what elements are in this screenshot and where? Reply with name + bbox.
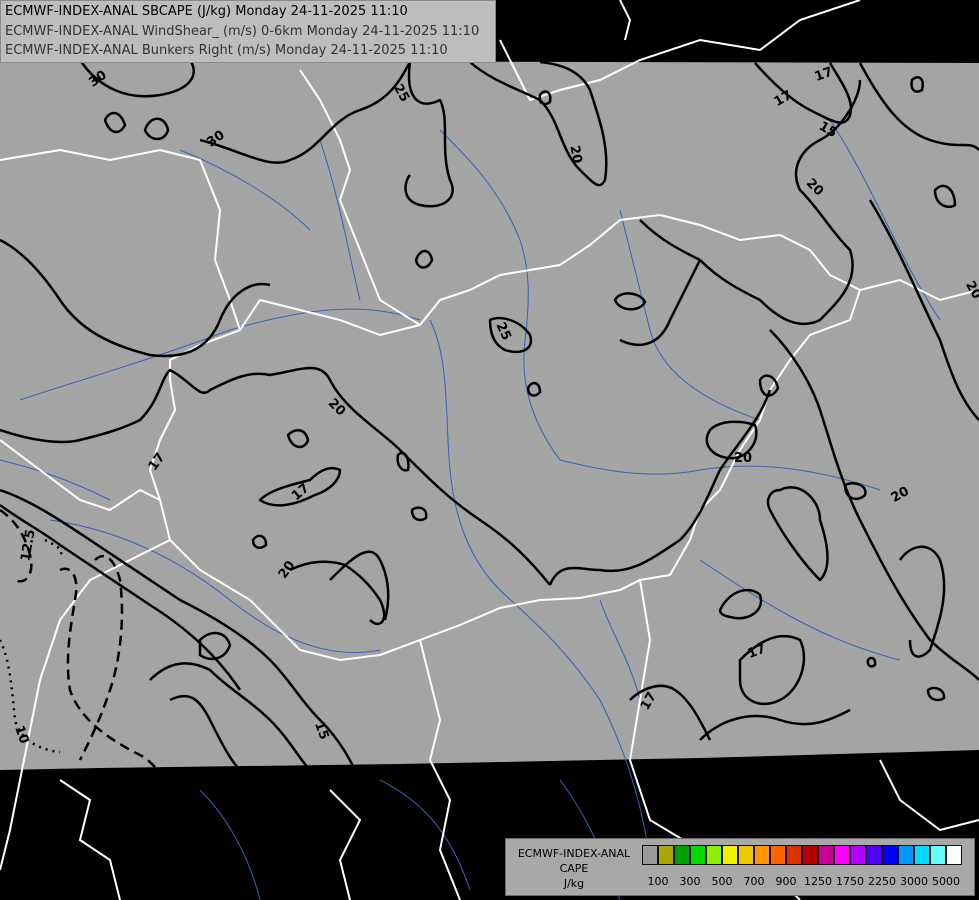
legend-swatch: [882, 845, 898, 865]
legend-swatch: [738, 845, 754, 865]
model-domain: [0, 60, 979, 770]
contour-label: 20: [734, 451, 752, 466]
legend-tick-label: 100: [647, 875, 669, 888]
legend-tick-label: 700: [743, 875, 765, 888]
legend-swatch: [706, 845, 722, 865]
legend-title-model: ECMWF-INDEX-ANAL: [517, 847, 631, 860]
legend-tick-label: 1750: [836, 875, 864, 888]
legend-swatch: [946, 845, 962, 865]
weather-map: 303025202017152017252020201720171712.510…: [0, 0, 979, 900]
title-line-sbcape: ECMWF-INDEX-ANAL SBCAPE (J/kg) Monday 24…: [5, 4, 408, 19]
legend-ticks: 100 300 500 700 900 1250 1750 2250 3000 5000: [642, 875, 972, 889]
legend-swatch: [658, 845, 674, 865]
title-line-bunkers: ECMWF-INDEX-ANAL Bunkers Right (m/s) Mon…: [5, 43, 448, 58]
legend-swatch: [802, 845, 818, 865]
title-line-windshear: ECMWF-INDEX-ANAL WindShear_ (m/s) 0-6km …: [5, 24, 480, 39]
legend-swatch: [770, 845, 786, 865]
legend-swatch: [914, 845, 930, 865]
legend-swatch: [674, 845, 690, 865]
cape-legend: ECMWF-INDEX-ANAL CAPE J/kg 100 300 500 700 9…: [505, 838, 975, 896]
legend-swatch: [834, 845, 850, 865]
legend-swatch: [850, 845, 866, 865]
legend-swatch: [930, 845, 946, 865]
legend-swatches: [642, 845, 962, 865]
legend-swatch: [722, 845, 738, 865]
legend-swatch: [818, 845, 834, 865]
legend-swatch: [786, 845, 802, 865]
contour-label: 20: [566, 144, 584, 164]
map-title-box: ECMWF-INDEX-ANAL SBCAPE (J/kg) Monday 24…: [0, 0, 496, 63]
legend-swatch: [642, 845, 658, 865]
legend-tick-label: 2250: [868, 875, 896, 888]
legend-title-variable: CAPE: [559, 862, 589, 875]
legend-tick-label: 500: [711, 875, 733, 888]
legend-title: ECMWF-INDEX-ANAL CAPE J/kg: [510, 846, 638, 891]
legend-tick-label: 900: [775, 875, 797, 888]
legend-swatch: [754, 845, 770, 865]
legend-swatch: [898, 845, 914, 865]
legend-swatch: [866, 845, 882, 865]
legend-swatch: [690, 845, 706, 865]
legend-tick-label: 5000: [932, 875, 960, 888]
legend-tick-label: 300: [679, 875, 701, 888]
legend-tick-label: 3000: [900, 875, 928, 888]
legend-tick-label: 1250: [804, 875, 832, 888]
legend-title-unit: J/kg: [563, 877, 585, 890]
